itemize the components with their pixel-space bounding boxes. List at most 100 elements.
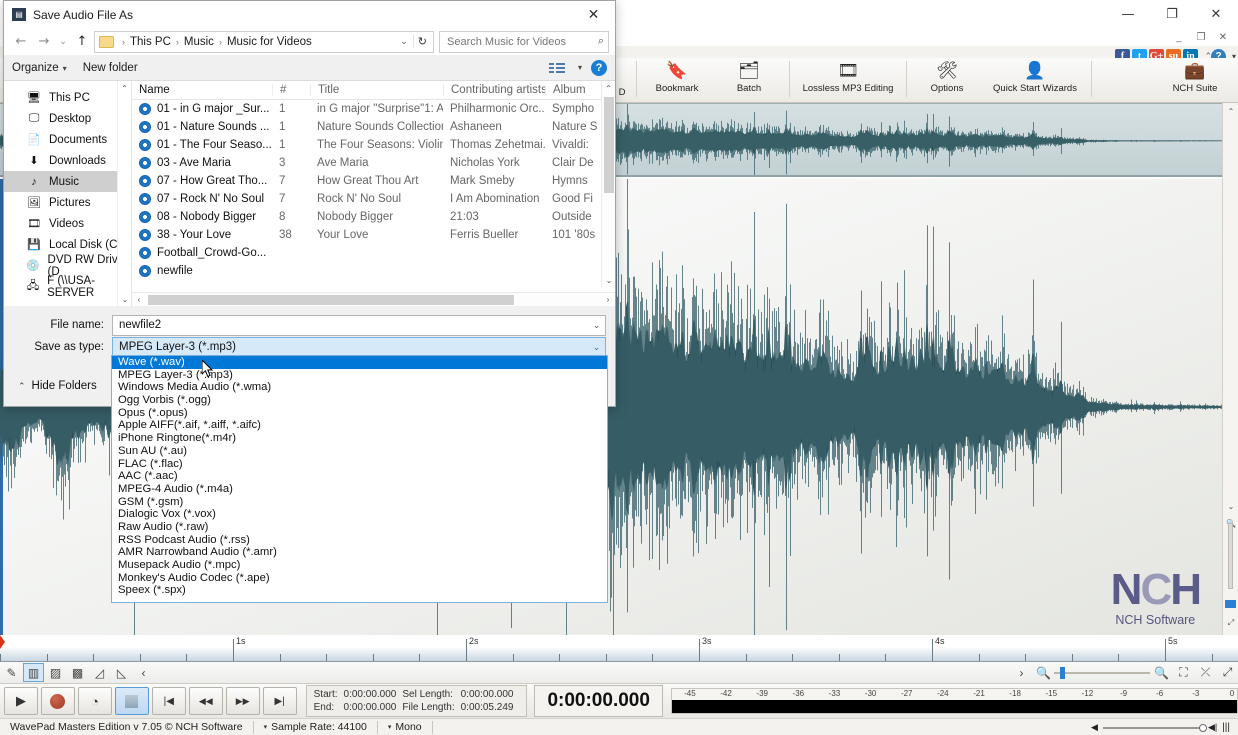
volume-slider-knob[interactable] <box>1198 723 1207 732</box>
collapse-tools-icon[interactable]: ‹ <box>133 663 154 682</box>
file-name-input[interactable]: newfile2 ⌄ <box>112 314 606 336</box>
column-header-number[interactable]: # <box>272 84 310 96</box>
toolbar-item-quick-start-wizards[interactable]: 👤 Quick Start Wizards <box>983 58 1087 102</box>
navpane-item-downloads[interactable]: ⬇ Downloads <box>4 150 131 171</box>
navpane-item-this-pc[interactable]: 🖥 This PC <box>4 87 131 108</box>
up-button[interactable]: ↑ <box>71 31 93 53</box>
type-option-rss-podcast-audio-rss[interactable]: RSS Podcast Audio (*.rss) <box>112 534 607 547</box>
filelist-scroll-down-icon[interactable]: ⌄ <box>602 273 615 287</box>
horizontal-zoom-slider[interactable] <box>1054 666 1150 679</box>
record-button[interactable] <box>40 687 75 715</box>
breadcrumb-item-this-pc[interactable]: This PC <box>128 36 173 48</box>
doc-close-button[interactable]: ✕ <box>1212 28 1234 46</box>
filelist-scroll-left-icon[interactable]: ‹ <box>132 295 146 304</box>
zoom-in-icon[interactable]: 🔍 <box>1151 663 1172 682</box>
type-option-amr-narrowband-audio-amr[interactable]: AMR Narrowband Audio (*.amr) <box>112 546 607 559</box>
fade-out-tool-icon[interactable]: ◺ <box>111 663 132 682</box>
skip-to-start-button[interactable]: |◀ <box>151 687 186 715</box>
navpane-item-dvd-rw-drive-d[interactable]: 💿 DVD RW Drive (D <box>4 254 131 278</box>
zoom-reset-icon[interactable]: ⤢ <box>1223 615 1238 631</box>
save-as-type-dropdown-list[interactable]: Wave (*.wav) MPEG Layer-3 (*.mp3) Windows … <box>111 355 608 603</box>
mixer-icon[interactable]: ||| <box>1222 722 1230 733</box>
hide-folders-button[interactable]: ⌃ Hide Folders <box>18 380 97 392</box>
waveform-view-tool-icon[interactable]: ▥ <box>23 663 44 682</box>
type-option-apple-aiff-aif-aiff-aifc[interactable]: Apple AIFF(*.aif, *.aiff, *.aifc) <box>112 419 607 432</box>
zoom-normal-icon[interactable]: ⤢ <box>1217 663 1238 682</box>
toolbar-item-nch-suite[interactable]: 💼 NCH Suite <box>1152 58 1238 102</box>
navpane-scrollbar[interactable]: ⌃ ⌄ <box>117 81 131 306</box>
type-option-musepack-audio-mpc[interactable]: Musepack Audio (*.mpc) <box>112 559 607 572</box>
vertical-zoom-thumb[interactable] <box>1225 600 1236 608</box>
type-option-mpeg-4-audio-m4a[interactable]: MPEG-4 Audio (*.m4a) <box>112 483 607 496</box>
loop-play-button[interactable]: ◔ <box>77 687 112 715</box>
back-button[interactable]: ← <box>10 31 32 53</box>
file-list-row[interactable]: 38 - Your Love 38 Your Love Ferris Bueller 1… <box>132 226 615 244</box>
file-list-horizontal-scrollbar[interactable]: ‹ › <box>132 292 615 306</box>
type-option-raw-audio-raw[interactable]: Raw Audio (*.raw) <box>112 521 607 534</box>
recent-locations-button[interactable]: ⌄ <box>56 31 70 53</box>
scroll-up-arrow-icon[interactable]: ⌃ <box>1223 103 1238 119</box>
fast-forward-button[interactable]: ▶▶ <box>225 687 260 715</box>
zoom-out-icon[interactable]: 🔍 <box>1033 663 1054 682</box>
toolbar-item-bookmark[interactable]: 🔖 Bookmark <box>641 58 713 102</box>
dialog-help-icon[interactable]: ? <box>591 59 607 76</box>
rewind-button[interactable]: ◀◀ <box>188 687 223 715</box>
file-list-row[interactable]: 07 - How Great Tho... 7 How Great Thou Art… <box>132 172 615 190</box>
type-option-monkey-s-audio-codec-ape[interactable]: Monkey's Audio Codec (*.ape) <box>112 572 607 585</box>
type-option-opus-opus[interactable]: Opus (*.opus) <box>112 407 607 420</box>
navpane-item-desktop[interactable]: 🖵 Desktop <box>4 108 131 129</box>
column-header-album[interactable]: Album <box>545 84 605 96</box>
zoom-fit-icon[interactable]: ⤫ <box>1195 663 1216 682</box>
navpane-item-videos[interactable]: 🎞 Videos <box>4 213 131 234</box>
file-list-row[interactable]: newfile <box>132 262 615 280</box>
search-input[interactable]: Search Music for Videos ⌕ <box>439 30 609 53</box>
volume-control[interactable]: ◀ ◀| ||| <box>1091 719 1230 735</box>
type-option-gsm-gsm[interactable]: GSM (*.gsm) <box>112 496 607 509</box>
close-button[interactable]: ✕ <box>1194 0 1238 28</box>
timeline-ruler[interactable]: 1s 2s 3s 4s 5s <box>0 635 1238 662</box>
spectrogram-tool-icon[interactable]: ▩ <box>67 663 88 682</box>
file-list-row[interactable]: 01 - in G major _Sur... 1 in G major "Surp… <box>132 100 615 118</box>
breadcrumb-item-music[interactable]: Music <box>182 36 216 48</box>
type-option-speex-spx[interactable]: Speex (*.spx) <box>112 584 607 597</box>
filelist-hscroll-thumb[interactable] <box>148 294 514 305</box>
zoom-slider-thumb[interactable] <box>1060 666 1065 679</box>
file-list-row[interactable]: 01 - The Four Seaso... 1 The Four Seasons:… <box>132 136 615 154</box>
doc-minimize-button[interactable]: _ <box>1168 28 1190 46</box>
filelist-scroll-right-icon[interactable]: › <box>601 295 615 304</box>
file-list-row[interactable]: 03 - Ave Maria 3 Ave Maria Nicholas York Cla… <box>132 154 615 172</box>
zoom-selection-icon[interactable]: ⛶ <box>1173 663 1194 682</box>
file-list-row[interactable]: Football_Crowd-Go... <box>132 244 615 262</box>
vertical-zoom-slider[interactable] <box>1228 523 1233 589</box>
file-list-row[interactable]: 07 - Rock N' No Soul 7 Rock N' No Soul I Am… <box>132 190 615 208</box>
navpane-item-music[interactable]: ♪ Music <box>4 171 131 192</box>
navpane-item-local-disk-c[interactable]: 💾 Local Disk (C:) <box>4 234 131 255</box>
file-list-row[interactable]: 08 - Nobody Bigger 8 Nobody Bigger 21:03 Out… <box>132 208 615 226</box>
organize-button[interactable]: Organize ▾ <box>12 62 67 74</box>
breadcrumb-dropdown-icon[interactable]: ⌄ <box>395 36 413 47</box>
toolbar-item-options[interactable]: 🛠 Options <box>911 58 983 102</box>
scroll-down-arrow-icon[interactable]: ⌄ <box>1223 498 1238 514</box>
forward-button[interactable]: → <box>33 31 55 53</box>
type-option-aac-aac[interactable]: AAC (*.aac) <box>112 470 607 483</box>
refresh-icon[interactable]: ↻ <box>412 35 431 48</box>
type-option-dialogic-vox-vox[interactable]: Dialogic Vox (*.vox) <box>112 508 607 521</box>
navpane-item-documents[interactable]: 📄 Documents <box>4 129 131 150</box>
file-name-dropdown-icon[interactable]: ⌄ <box>588 320 605 331</box>
minimize-button[interactable]: — <box>1106 0 1150 28</box>
type-option-flac-flac[interactable]: FLAC (*.flac) <box>112 458 607 471</box>
view-mode-icon[interactable] <box>548 62 565 73</box>
save-as-type-dropdown-icon[interactable]: ⌄ <box>588 342 605 353</box>
breadcrumb-item-music-for-videos[interactable]: Music for Videos <box>225 36 314 48</box>
type-option-windows-media-audio-wma[interactable]: Windows Media Audio (*.wma) <box>112 381 607 394</box>
type-option-sun-au-au[interactable]: Sun AU (*.au) <box>112 445 607 458</box>
type-option-wave-wav[interactable]: Wave (*.wav) <box>112 356 607 369</box>
column-header-title[interactable]: Title <box>310 84 443 96</box>
new-folder-button[interactable]: New folder <box>83 62 138 74</box>
navpane-scroll-up-icon[interactable]: ⌃ <box>118 81 131 95</box>
spectral-view-tool-icon[interactable]: ▨ <box>45 663 66 682</box>
filelist-scroll-thumb[interactable] <box>604 97 614 193</box>
breadcrumb-bar[interactable]: › This PC › Music › Music for Videos ⌄ ↻ <box>94 30 434 53</box>
column-header-name[interactable]: Name <box>132 84 272 96</box>
file-list-row[interactable]: 01 - Nature Sounds ... 1 Nature Sounds Col… <box>132 118 615 136</box>
